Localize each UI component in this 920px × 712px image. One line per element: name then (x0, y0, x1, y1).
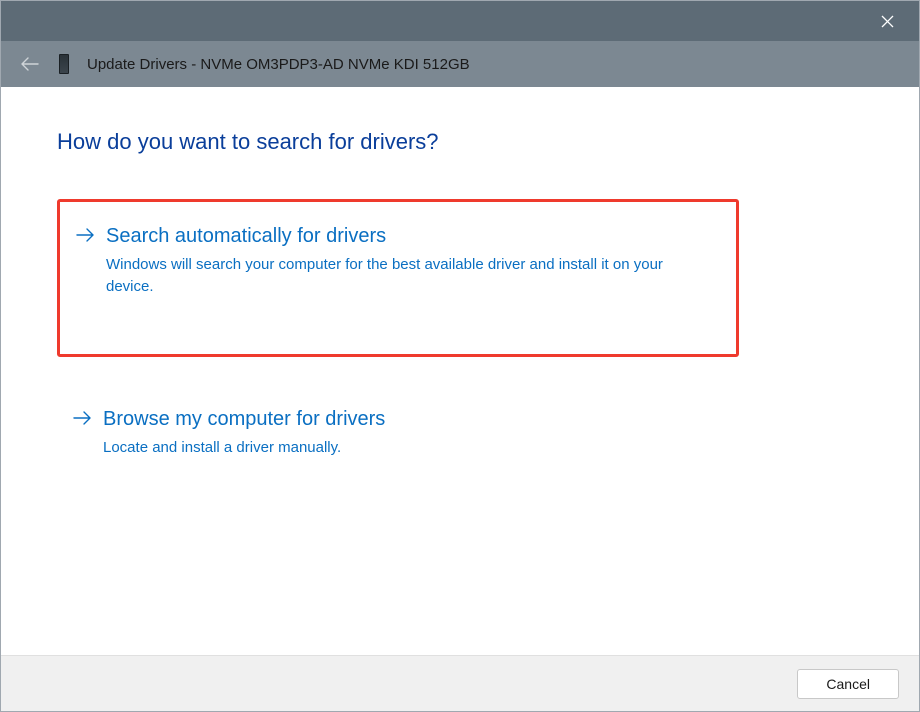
option-description: Locate and install a driver manually. (103, 437, 711, 459)
close-button[interactable] (871, 5, 903, 37)
footer-bar: Cancel (1, 655, 919, 711)
option-browse-computer[interactable]: Browse my computer for drivers Locate an… (57, 385, 739, 487)
titlebar-top (1, 1, 919, 41)
arrow-right-icon (73, 405, 93, 433)
titlebar-sub: Update Drivers - NVMe OM3PDP3-AD NVMe KD… (1, 41, 919, 87)
page-heading: How do you want to search for drivers? (57, 129, 863, 155)
dialog-window: Update Drivers - NVMe OM3PDP3-AD NVMe KD… (0, 0, 920, 712)
cancel-button[interactable]: Cancel (797, 669, 899, 699)
back-button[interactable] (19, 57, 41, 71)
window-title: Update Drivers - NVMe OM3PDP3-AD NVMe KD… (87, 56, 470, 73)
device-icon (59, 54, 69, 74)
option-search-automatically[interactable]: Search automatically for drivers Windows… (57, 199, 739, 357)
option-title: Search automatically for drivers (106, 222, 708, 250)
arrow-right-icon (76, 222, 96, 250)
arrow-left-icon (21, 57, 39, 71)
close-icon (881, 15, 894, 28)
option-description: Windows will search your computer for th… (106, 254, 708, 298)
option-title: Browse my computer for drivers (103, 405, 711, 433)
content-area: How do you want to search for drivers? S… (1, 87, 919, 655)
